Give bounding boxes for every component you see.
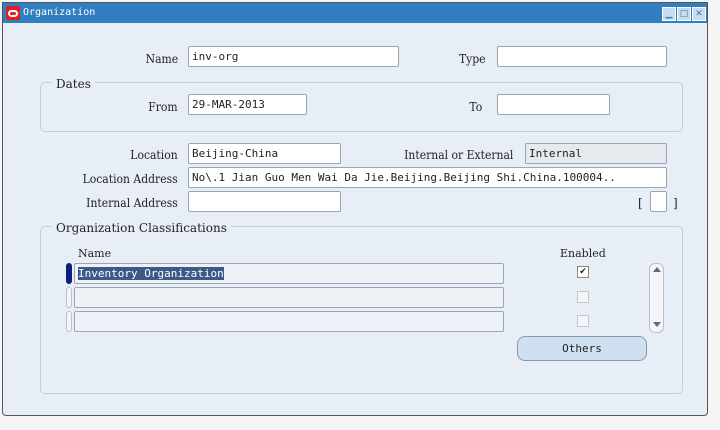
row-indicator[interactable] (66, 287, 72, 308)
scroll-up-arrow-icon[interactable] (653, 267, 661, 272)
minimize-icon[interactable]: ▁ (662, 7, 676, 21)
internal-address-label: Internal Address (86, 196, 178, 210)
vertical-scrollbar[interactable] (649, 263, 664, 333)
type-label: Type (459, 52, 486, 66)
classifications-legend: Organization Classifications (52, 221, 231, 235)
from-date-input[interactable]: 29-MAR-2013 (188, 94, 307, 115)
internal-or-external-label: Internal or External (403, 148, 513, 162)
enabled-checkbox[interactable]: ✔ (577, 266, 589, 278)
classification-name-text: Inventory Organization (78, 267, 224, 280)
classification-name-input[interactable] (74, 287, 504, 308)
location-input[interactable]: Beijing-China (188, 143, 341, 164)
classification-name-input[interactable]: Inventory Organization (74, 263, 504, 284)
enabled-column-header: Enabled (560, 247, 606, 260)
enabled-checkbox[interactable] (577, 315, 589, 327)
to-date-input[interactable] (497, 94, 610, 115)
name-label: Name (145, 52, 178, 66)
internal-or-external-field: Internal (525, 143, 667, 164)
others-button-label: Others (562, 342, 602, 355)
to-label: To (469, 100, 482, 114)
others-button[interactable]: Others (517, 336, 647, 361)
name-column-header: Name (78, 247, 112, 260)
name-input[interactable]: inv-org (188, 46, 399, 67)
location-address-input[interactable]: No\.1 Jian Guo Men Wai Da Jie.Beijing.Be… (188, 167, 667, 188)
row-indicator[interactable] (66, 311, 72, 332)
classification-name-input[interactable] (74, 311, 504, 332)
scroll-down-arrow-icon[interactable] (653, 322, 661, 327)
close-icon[interactable]: ✕ (692, 7, 706, 21)
internal-address-input[interactable] (188, 191, 341, 212)
descriptive-flexfield[interactable] (650, 191, 667, 212)
maximize-icon[interactable]: □ (677, 7, 691, 21)
location-address-label: Location Address (82, 172, 178, 186)
oracle-logo-icon (6, 6, 20, 20)
window-title: Organization (23, 7, 96, 18)
bracket-close: ] (673, 196, 678, 210)
title-bar: Organization ▁ □ ✕ (3, 3, 707, 23)
enabled-checkbox[interactable] (577, 291, 589, 303)
type-input[interactable] (497, 46, 667, 67)
row-indicator[interactable] (66, 263, 72, 284)
bracket-open: [ (638, 196, 643, 210)
dates-legend: Dates (52, 77, 95, 91)
location-label: Location (130, 148, 178, 162)
from-label: From (148, 100, 178, 114)
